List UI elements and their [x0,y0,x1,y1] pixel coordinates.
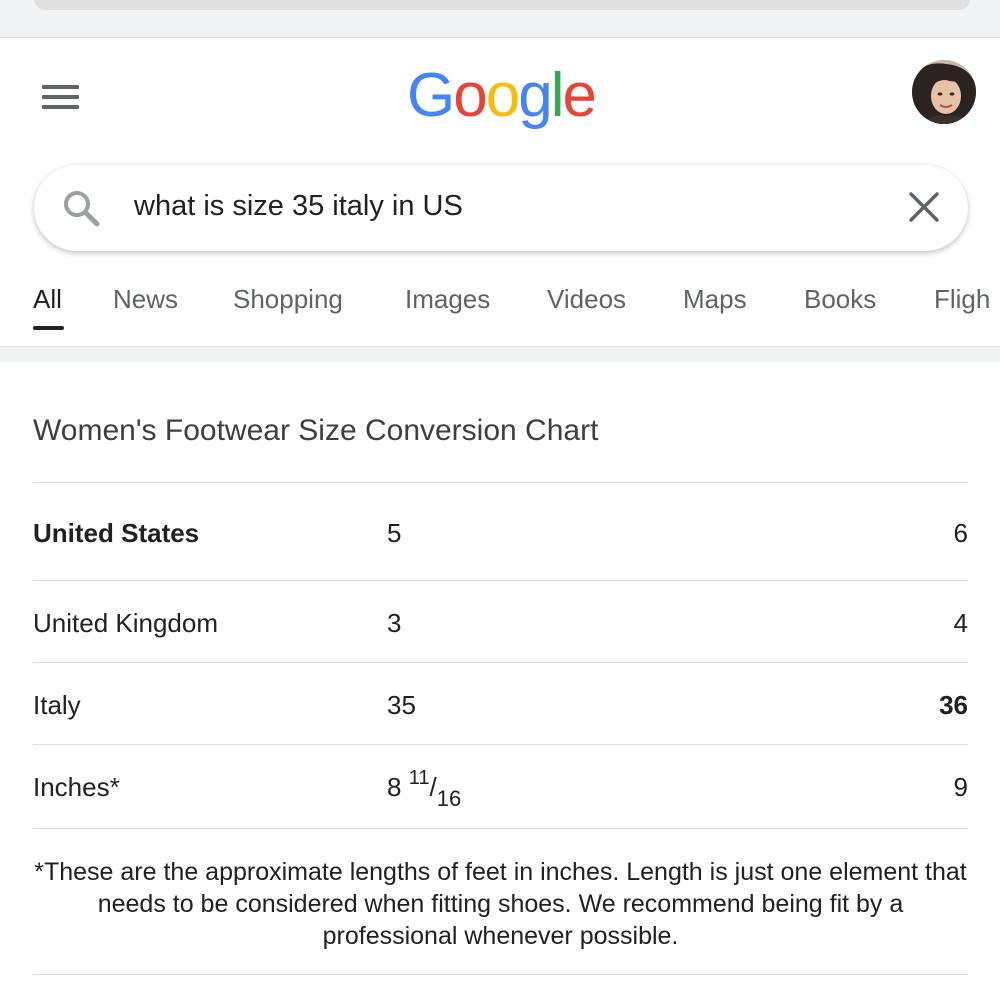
logo-letter-l: l [550,61,565,130]
row-value-2: 6 [953,518,968,548]
logo-letter-g2: g [518,61,553,130]
table-row-italy: Italy 35 36 [33,662,968,744]
active-tab-indicator [33,326,64,330]
row-label: United Kingdom [33,608,218,638]
tab-shopping[interactable]: Shopping [233,284,343,315]
google-header: Google [0,38,1000,158]
avatar[interactable] [912,60,976,124]
row-label: Italy [33,690,81,720]
row-label: Inches* [33,772,120,802]
address-bar-edge[interactable] [34,0,970,10]
search-icon[interactable] [60,187,104,231]
row-value-1: 8 11/16 [387,767,462,811]
fraction-denominator: 16 [436,786,462,811]
section-divider [0,346,1000,362]
card-bottom-divider [33,974,968,975]
tab-flights[interactable]: Fligh [934,284,990,315]
logo-letter-g1: G [407,61,455,130]
footnote: *These are the approximate lengths of fe… [34,858,967,950]
row-value-1: 35 [387,690,416,720]
search-input[interactable]: what is size 35 italy in US [134,190,463,223]
fraction-whole: 8 [387,772,402,802]
table-row-united-states: United States 5 6 [33,482,968,580]
close-icon[interactable] [906,189,942,225]
table-row-united-kingdom: United Kingdom 3 4 [33,580,968,662]
row-label: United States [33,518,200,548]
row-value-1: 3 [387,608,402,638]
table-bottom-border [33,828,968,829]
logo-letter-o1: o [453,61,488,130]
table-row-inches: Inches* 8 11/16 9 [33,744,968,828]
logo-letter-o2: o [485,61,521,130]
card-title: Women's Footwear Size Conversion Chart [33,414,599,447]
tab-books[interactable]: Books [804,284,876,315]
row-value-2: 9 [953,772,968,802]
browser-top-strip [0,0,1000,38]
tab-videos[interactable]: Videos [547,284,626,315]
user-avatar-icon [912,60,976,124]
hamburger-icon[interactable] [42,85,79,111]
google-logo[interactable]: Google [407,60,597,131]
tab-news[interactable]: News [113,284,178,315]
row-value-2: 4 [953,608,968,638]
size-conversion-card: Women's Footwear Size Conversion Chart U… [0,362,1000,1000]
tab-maps[interactable]: Maps [683,284,747,315]
logo-letter-e: e [562,61,597,130]
search-tabs: All News Shopping Images Videos Maps Boo… [0,270,1000,346]
fraction-numerator: 11 [408,767,430,789]
search-box[interactable]: what is size 35 italy in US [34,165,968,251]
tab-images[interactable]: Images [405,284,490,315]
row-value-1: 5 [387,518,402,548]
row-value-2: 36 [939,690,968,720]
tab-all[interactable]: All [33,284,62,315]
